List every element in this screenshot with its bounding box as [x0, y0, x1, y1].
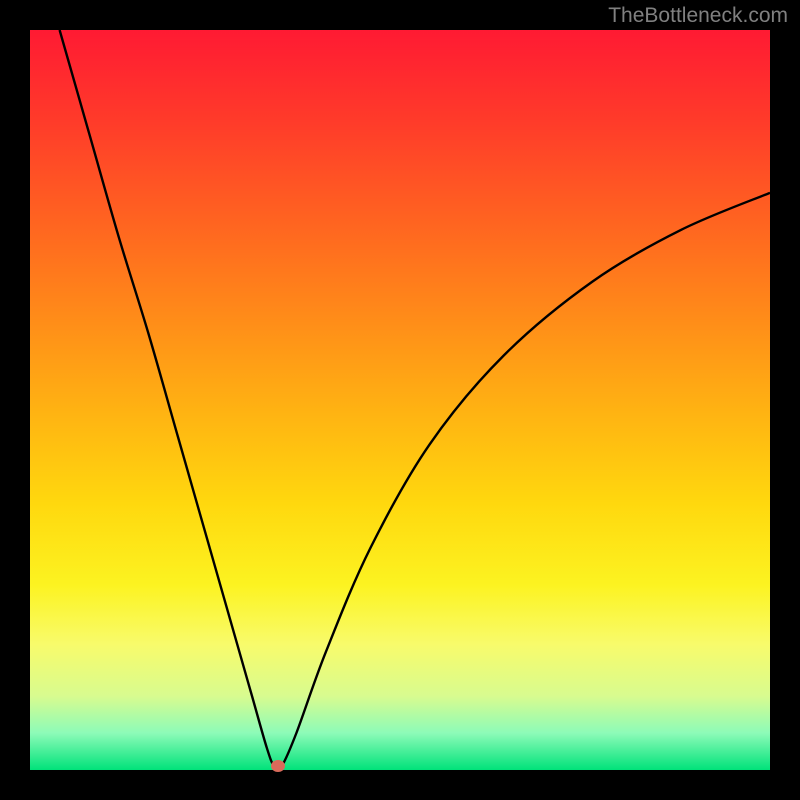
bottleneck-curve: [60, 30, 770, 770]
plot-area: [30, 30, 770, 770]
optimum-marker: [271, 760, 285, 772]
curve-svg: [30, 30, 770, 770]
watermark-text: TheBottleneck.com: [608, 4, 788, 28]
chart-container: TheBottleneck.com: [0, 0, 800, 800]
